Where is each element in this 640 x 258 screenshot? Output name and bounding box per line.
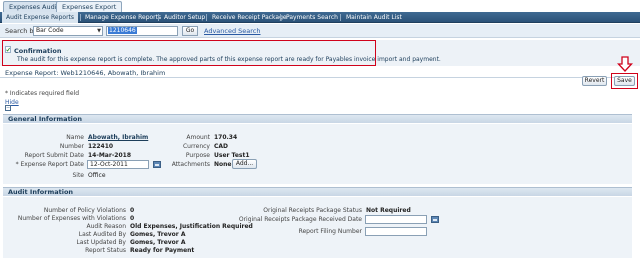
- audit-information-body: Number of Policy Violations 0 Number of …: [3, 197, 632, 258]
- original-receipts-date-label: Original Receipts Package Received Date: [238, 216, 362, 223]
- expenses-with-violations-value: 0: [130, 215, 135, 222]
- attachments-value: None: [214, 161, 232, 168]
- chevron-down-icon: ▼: [97, 28, 101, 34]
- confirmation-message-box: Confirmation The audit for this expense …: [2, 40, 441, 66]
- purpose-value: User Test1: [214, 152, 250, 159]
- search-input[interactable]: 1210646: [106, 26, 178, 36]
- audit-reason-label: Audit Reason: [86, 223, 126, 230]
- nav-auditor-setup[interactable]: Auditor Setup: [164, 12, 205, 23]
- amount-value: 170.34: [214, 134, 238, 141]
- number-value: 122410: [88, 143, 114, 150]
- site-label: Site: [72, 172, 84, 179]
- currency-label: Currency: [182, 143, 210, 150]
- number-label: Number: [59, 143, 84, 150]
- nav-manage-expense-reports[interactable]: Manage Expense Reports: [85, 12, 161, 23]
- nav-separator: [340, 14, 341, 21]
- confirmation-icon: [5, 46, 11, 53]
- last-audited-by-value: Gomes, Trevor A: [130, 231, 186, 238]
- arrow-down-icon: [617, 56, 633, 72]
- report-status-label: Report Status: [85, 247, 126, 254]
- purpose-label: Purpose: [185, 152, 210, 159]
- confirmation-title: Confirmation: [14, 47, 62, 55]
- nav-receive-receipt-package[interactable]: Receive Receipt Package: [212, 12, 287, 23]
- currency-value: CAD: [214, 143, 229, 150]
- app-tabs: Expenses Audit Expenses Export: [0, 0, 640, 12]
- search-by-value: Bar Code: [36, 27, 64, 34]
- nav-payments-search[interactable]: Payments Search: [286, 12, 338, 23]
- audit-reason-value: Old Expenses, Justification Required: [130, 223, 253, 230]
- last-updated-by-value: Gomes, Trevor A: [130, 239, 186, 246]
- revert-button[interactable]: Revert: [582, 76, 607, 86]
- search-by-select[interactable]: Bar Code ▼: [33, 26, 103, 36]
- advanced-search-link[interactable]: Advanced Search: [204, 27, 261, 35]
- report-submit-date-label: Report Submit Date: [24, 152, 84, 159]
- amount-label: Amount: [186, 134, 210, 141]
- original-receipts-date-field[interactable]: [365, 215, 427, 224]
- policy-violations-label: Number of Policy Violations: [43, 207, 126, 214]
- nav-separator: [206, 14, 207, 21]
- tab-expenses-export[interactable]: Expenses Export: [56, 1, 123, 12]
- site-value: Office: [88, 172, 106, 179]
- report-filing-number-label: Report Filing Number: [298, 228, 362, 235]
- last-updated-by-label: Last Updated By: [76, 239, 126, 246]
- nav-separator: [80, 14, 81, 21]
- save-button[interactable]: Save: [614, 76, 635, 86]
- report-filing-number-field[interactable]: [365, 227, 427, 236]
- audit-information-header: Audit Information: [3, 187, 632, 196]
- go-button[interactable]: Go: [182, 26, 198, 36]
- sub-navigation: Audit Expense Reports Manage Expense Rep…: [0, 12, 640, 23]
- required-field-note: * Indicates required field: [5, 90, 80, 97]
- original-receipts-status-value: Not Required: [366, 207, 411, 214]
- expenses-with-violations-label: Number of Expenses with Violations: [17, 215, 126, 222]
- header-divider: [0, 77, 632, 78]
- name-label: Name: [66, 134, 84, 141]
- collapse-icon[interactable]: −: [5, 105, 11, 111]
- general-information-body: Name Abowath, Ibrahim Number 122410 Repo…: [3, 124, 632, 184]
- nav-maintain-audit-list[interactable]: Maintain Audit List: [346, 12, 402, 23]
- nav-separator: [158, 14, 159, 21]
- nav-separator: [280, 14, 281, 21]
- report-submit-date-value: 14-Mar-2018: [88, 152, 132, 159]
- attachments-label: Attachments: [171, 161, 210, 168]
- search-bar: Search by Bar Code ▼ 1210646 Go Advanced…: [0, 24, 640, 38]
- report-title: Expense Report: Web1210646, Abowath, Ibr…: [5, 69, 166, 77]
- confirmation-text: The audit for this expense report is com…: [17, 56, 441, 63]
- policy-violations-value: 0: [130, 207, 135, 214]
- report-status-value: Ready for Payment: [130, 247, 195, 254]
- search-input-value: 1210646: [108, 27, 137, 34]
- nav-audit-expense-reports[interactable]: Audit Expense Reports: [2, 12, 79, 23]
- add-attachment-button[interactable]: Add...: [232, 159, 257, 169]
- expense-report-date-field[interactable]: 12-Oct-2011: [87, 160, 149, 169]
- calendar-icon[interactable]: [431, 216, 439, 223]
- name-value[interactable]: Abowath, Ibrahim: [88, 134, 148, 141]
- general-information-header: General Information: [3, 114, 632, 123]
- calendar-icon[interactable]: [153, 161, 161, 168]
- original-receipts-status-label: Original Receipts Package Status: [263, 207, 362, 214]
- last-audited-by-label: Last Audited By: [78, 231, 126, 238]
- expense-report-date-label: * Expense Report Date: [15, 161, 84, 168]
